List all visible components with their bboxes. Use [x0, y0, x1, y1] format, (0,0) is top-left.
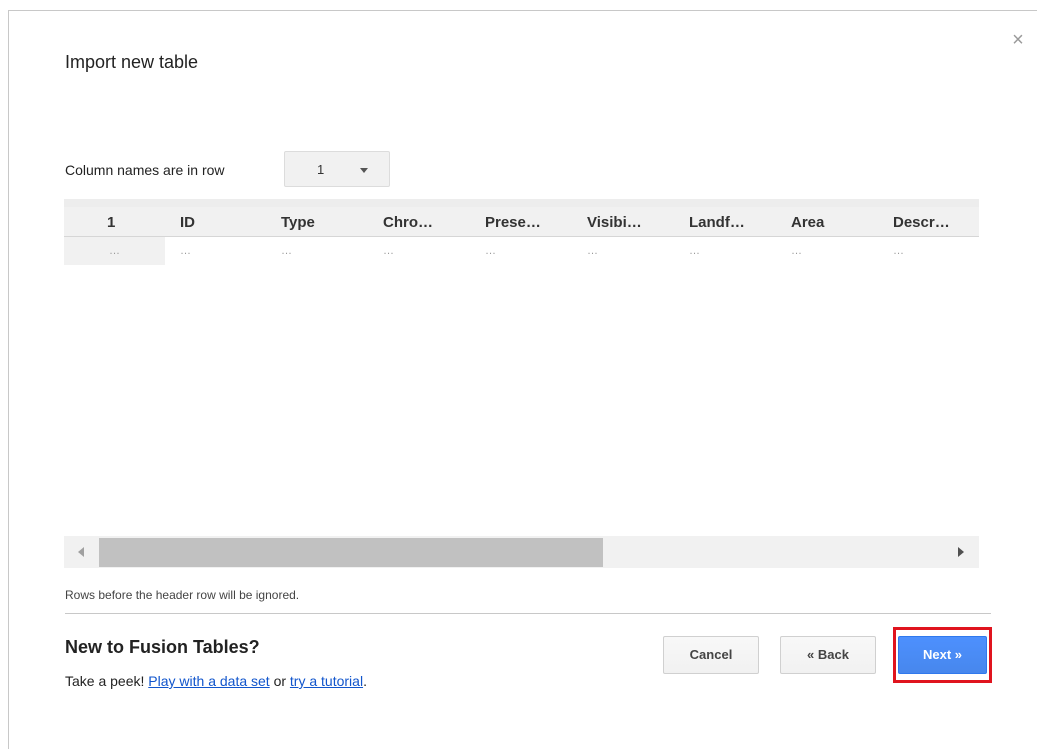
table-header-row: 1 ID Type Chro… Prese… Visibi… Landf… Ar…: [64, 207, 979, 237]
scrollbar-thumb[interactable]: [99, 538, 603, 567]
table-top-strip: [64, 199, 979, 207]
divider: [65, 613, 991, 614]
table-cell: …: [689, 245, 700, 257]
table-cell: …: [383, 245, 394, 257]
help-text: Take a peek! Play with a data set or try…: [65, 673, 367, 689]
header-row-select[interactable]: 1: [284, 151, 390, 187]
table-cell: …: [587, 245, 598, 257]
next-button[interactable]: Next »: [898, 636, 987, 674]
header-cell: Prese…: [485, 214, 541, 231]
scroll-right-icon[interactable]: [958, 547, 964, 557]
header-cell: ID: [180, 214, 195, 231]
horizontal-scrollbar[interactable]: [64, 536, 979, 568]
table-cell: …: [791, 245, 802, 257]
header-cell: Area: [791, 214, 825, 231]
table-row: … … … … … … … … …: [64, 237, 979, 265]
header-cell: Landf…: [689, 214, 745, 231]
header-cell: Visibi…: [587, 214, 642, 231]
back-button[interactable]: « Back: [780, 636, 876, 674]
header-cell: Descr…: [893, 214, 950, 231]
table-cell: …: [109, 245, 120, 257]
header-row-select-value: 1: [317, 162, 325, 177]
scroll-left-icon[interactable]: [78, 547, 84, 557]
help-suffix: .: [363, 673, 367, 689]
table-cell: …: [281, 245, 292, 257]
help-prefix: Take a peek!: [65, 673, 149, 689]
play-data-set-link[interactable]: Play with a data set: [148, 673, 269, 689]
dialog-title: Import new table: [65, 52, 199, 72]
header-row-note: Rows before the header row will be ignor…: [65, 588, 300, 602]
table-cell: …: [893, 245, 904, 257]
column-names-row-label: Column names are in row: [65, 162, 225, 178]
header-cell: 1: [107, 214, 116, 231]
close-icon[interactable]: ×: [1008, 30, 1028, 50]
chevron-down-icon: [360, 168, 368, 173]
header-cell: Chro…: [383, 214, 433, 231]
preview-table: 1 ID Type Chro… Prese… Visibi… Landf… Ar…: [64, 199, 979, 569]
help-heading: New to Fusion Tables?: [65, 637, 260, 657]
table-cell: …: [180, 245, 191, 257]
help-middle: or: [269, 673, 290, 689]
tutorial-link[interactable]: try a tutorial: [290, 673, 363, 689]
header-cell: Type: [281, 214, 315, 231]
cancel-button[interactable]: Cancel: [663, 636, 759, 674]
table-cell: …: [485, 245, 496, 257]
